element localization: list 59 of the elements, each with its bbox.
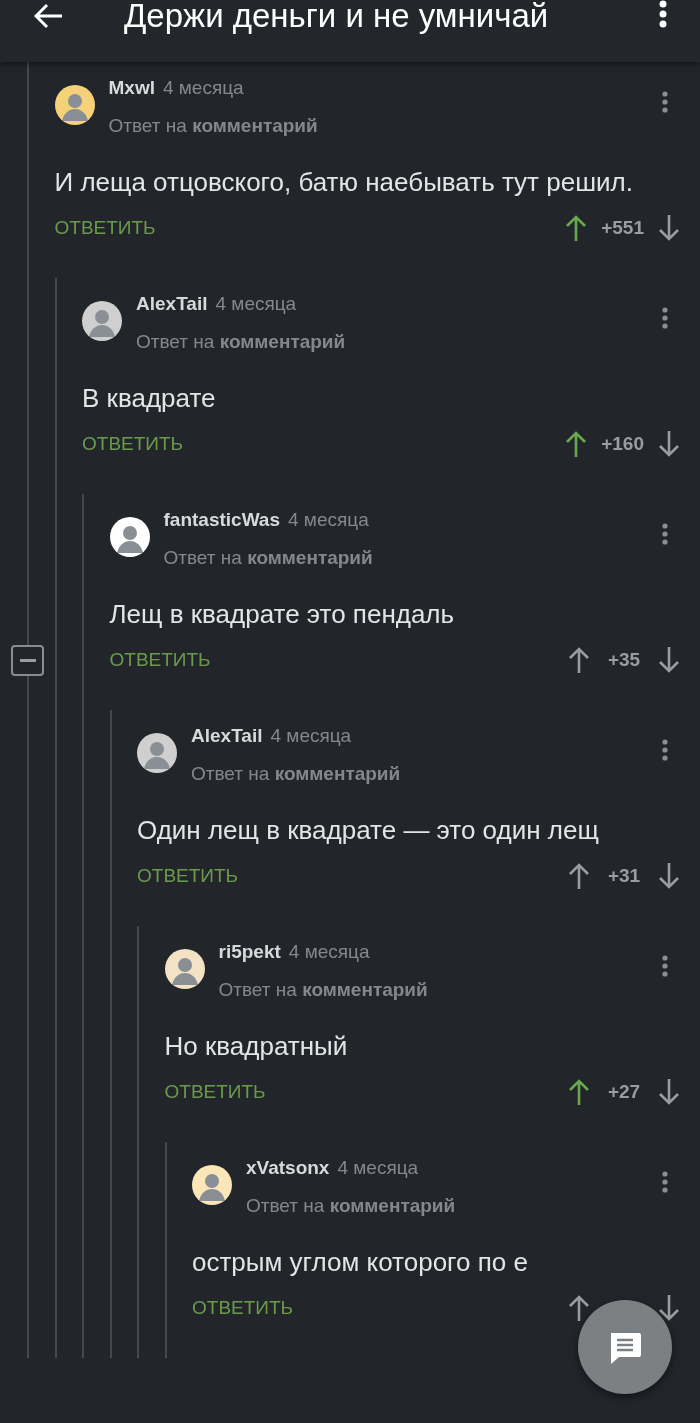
upvote-icon[interactable] — [568, 646, 590, 674]
comment-time: 4 месяца — [288, 509, 369, 530]
collapse-button[interactable] — [11, 645, 44, 676]
author-name[interactable]: ri5pekt — [218, 941, 281, 962]
reply-to-text[interactable]: Ответ на комментарий — [191, 755, 662, 793]
downvote-icon[interactable] — [658, 646, 680, 674]
more-icon[interactable] — [659, 0, 667, 28]
vote-score: +160 — [601, 433, 644, 455]
upvote-icon[interactable] — [565, 430, 588, 458]
author-name[interactable]: AlexTail — [136, 293, 208, 314]
comment-text: Но квадратный — [164, 1030, 349, 1063]
comment-text: В квадрате — [82, 382, 217, 415]
comment-time: 4 месяца — [162, 77, 244, 98]
author-name[interactable]: AlexTail — [191, 725, 263, 746]
vote-score: +27 — [606, 1081, 642, 1103]
comment-time: 4 месяца — [288, 941, 370, 962]
author-name[interactable]: Mxwl — [108, 77, 155, 98]
downvote-icon[interactable] — [658, 1078, 680, 1106]
reply-to-text[interactable]: Ответ на комментарий — [163, 539, 662, 577]
minus-icon — [19, 658, 36, 663]
avatar[interactable] — [164, 949, 205, 989]
reply-to-text[interactable]: Ответ на комментарий — [108, 107, 662, 145]
reply-button[interactable]: ОТВЕТИТЬ — [109, 649, 211, 671]
avatar[interactable] — [137, 733, 177, 773]
upvote-icon[interactable] — [568, 1294, 590, 1322]
back-arrow-icon[interactable] — [34, 3, 64, 29]
reply-to-text[interactable]: Ответ на комментарий — [136, 323, 662, 361]
comment-time: 4 месяца — [215, 293, 297, 314]
comment-text: Один лещ в квадрате — это один лещ — [137, 814, 600, 847]
vote-score: +31 — [606, 865, 642, 887]
downvote-icon[interactable] — [658, 862, 680, 890]
comment-text: Лещ в квадрате это пендаль — [109, 598, 456, 631]
upvote-icon[interactable] — [568, 862, 590, 890]
comment-time: 4 месяца — [270, 725, 352, 746]
author-name[interactable]: fantasticWas — [163, 509, 280, 530]
comment-button[interactable] — [578, 1300, 672, 1394]
downvote-icon[interactable] — [658, 430, 680, 458]
vote-score: +551 — [601, 217, 644, 239]
comment-text: И леща отцовского, батю наебывать тут решил. — [54, 166, 634, 199]
downvote-icon[interactable] — [658, 214, 680, 242]
comment-text: острым углом которого по е — [192, 1246, 529, 1279]
upvote-icon[interactable] — [565, 214, 588, 242]
author-name[interactable]: xVatsonx — [246, 1157, 330, 1178]
upvote-icon[interactable] — [568, 1078, 590, 1106]
avatar[interactable] — [192, 1165, 232, 1205]
avatar[interactable] — [82, 301, 122, 341]
avatar[interactable] — [109, 517, 150, 557]
reply-to-text[interactable]: Ответ на комментарий — [246, 1187, 662, 1225]
reply-button[interactable]: ОТВЕТИТЬ — [164, 1081, 266, 1103]
downvote-icon[interactable] — [658, 1294, 680, 1322]
avatar[interactable] — [54, 85, 95, 125]
reply-to-text[interactable]: Ответ на комментарий — [218, 971, 662, 1009]
reply-button[interactable]: ОТВЕТИТЬ — [54, 217, 156, 239]
comment-time: 4 месяца — [337, 1157, 419, 1178]
screen-title: Держи деньги и не умничай — [124, 0, 550, 35]
reply-button[interactable]: ОТВЕТИТЬ — [137, 865, 239, 887]
reply-button[interactable]: ОТВЕТИТЬ — [82, 433, 184, 455]
vote-score: +35 — [606, 649, 642, 671]
reply-button[interactable]: ОТВЕТИТЬ — [192, 1297, 294, 1319]
